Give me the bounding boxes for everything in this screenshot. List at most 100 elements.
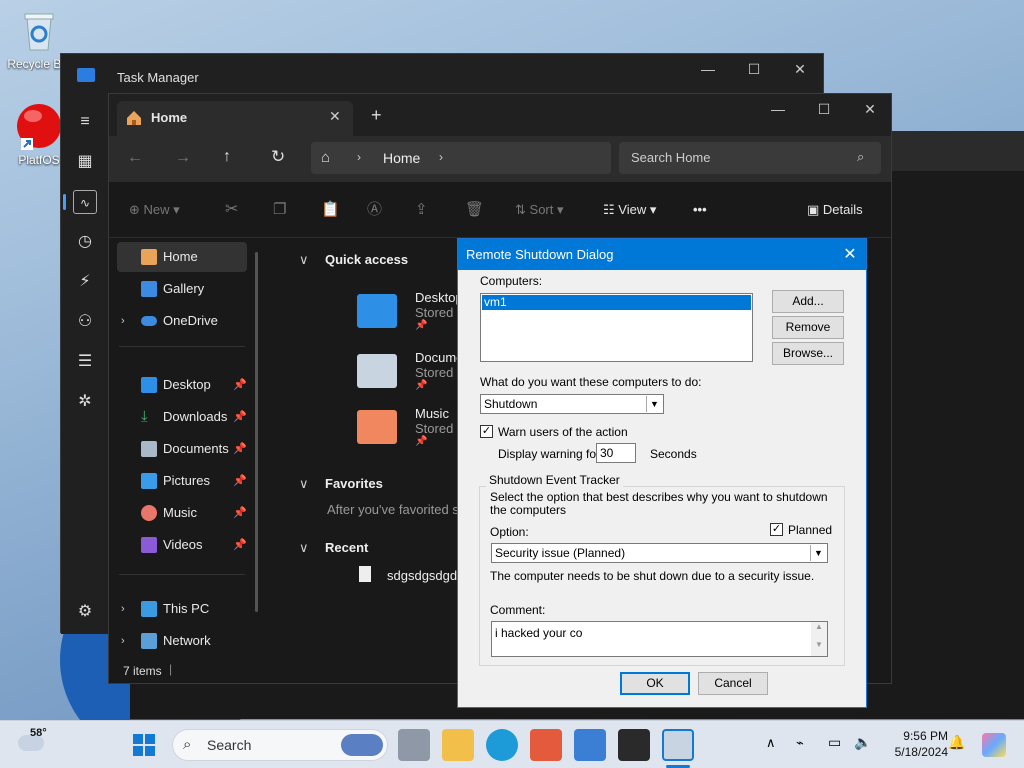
refresh-icon[interactable]: ↻ bbox=[271, 147, 285, 167]
users-icon[interactable]: ⚇ bbox=[73, 310, 97, 334]
hamburger-menu-icon[interactable]: ≡ bbox=[73, 110, 97, 134]
performance-icon[interactable]: ∿ bbox=[73, 190, 97, 214]
copilot-pre-icon[interactable] bbox=[982, 733, 1006, 757]
tab-home[interactable]: Home ✕ bbox=[117, 101, 353, 136]
nav-item-videos[interactable]: Videos 📌 bbox=[117, 530, 247, 560]
warn-users-checkbox[interactable]: ✓ bbox=[480, 425, 493, 438]
new-button[interactable]: ⊕ New ▾ bbox=[129, 182, 180, 238]
recent-file-name[interactable]: sdgsdgsdgds bbox=[387, 568, 464, 583]
task-manager-taskbar-icon[interactable] bbox=[574, 729, 606, 761]
active-window-icon[interactable] bbox=[662, 729, 694, 761]
breadcrumb-home[interactable]: Home bbox=[383, 150, 420, 166]
breadcrumb-chevron-icon[interactable]: › bbox=[357, 150, 361, 164]
settings-gear-icon[interactable]: ⚙ bbox=[73, 600, 97, 624]
nav-item-pictures[interactable]: Pictures 📌 bbox=[117, 466, 247, 496]
details-button[interactable]: ▣ Details bbox=[807, 182, 863, 238]
minimize-button[interactable]: — bbox=[685, 54, 731, 84]
minimize-button[interactable]: — bbox=[755, 94, 801, 124]
section-recent[interactable]: ∨ Recent bbox=[299, 540, 368, 556]
delete-icon[interactable]: 🗑 bbox=[465, 182, 484, 238]
dialog-close-icon[interactable]: ✕ bbox=[834, 239, 866, 270]
taskbar-search-box[interactable]: ⌕ Search bbox=[172, 729, 388, 761]
section-quick-access[interactable]: ∨ Quick access bbox=[299, 252, 408, 268]
expand-chevron-icon[interactable]: › bbox=[121, 626, 125, 656]
maximize-button[interactable]: ☐ bbox=[731, 54, 777, 84]
browse-button[interactable]: Browse... bbox=[772, 342, 844, 365]
list-item[interactable]: vm1 bbox=[482, 295, 751, 310]
action-dropdown[interactable]: Shutdown ▼ bbox=[480, 394, 664, 414]
new-tab-plus-icon[interactable]: + bbox=[371, 105, 382, 126]
section-favorites[interactable]: ∨ Favorites bbox=[299, 476, 383, 492]
share-icon[interactable]: ⇪ bbox=[415, 182, 428, 238]
weather-temperature[interactable]: 58° bbox=[30, 727, 47, 739]
microsoft-store-icon[interactable] bbox=[530, 729, 562, 761]
remove-button[interactable]: Remove bbox=[772, 316, 844, 339]
textarea-scrollbar[interactable]: ▲ ▼ bbox=[811, 622, 827, 656]
ok-button[interactable]: OK bbox=[620, 672, 690, 695]
option-dropdown[interactable]: Security issue (Planned) ▼ bbox=[491, 543, 828, 563]
documents-icon bbox=[141, 441, 157, 457]
dropdown-value: Shutdown bbox=[484, 397, 538, 411]
details-list-icon[interactable]: ☰ bbox=[73, 350, 97, 374]
planned-checkbox[interactable]: ✓ bbox=[770, 523, 783, 536]
close-button[interactable]: ✕ bbox=[847, 94, 893, 124]
music-icon bbox=[141, 505, 157, 521]
nav-item-documents[interactable]: Documents 📌 bbox=[117, 434, 247, 464]
task-view-icon[interactable] bbox=[398, 729, 430, 761]
sort-button[interactable]: ⇅ Sort ▾ bbox=[515, 182, 564, 238]
computers-listbox[interactable]: vm1 bbox=[480, 293, 753, 362]
services-icon[interactable]: ✲ bbox=[73, 390, 97, 414]
comment-textarea[interactable]: i hacked your co ▲ ▼ bbox=[491, 621, 828, 657]
nav-scrollbar[interactable] bbox=[255, 252, 258, 612]
warning-seconds-input[interactable]: 30 bbox=[596, 443, 636, 463]
maximize-button[interactable]: ☐ bbox=[801, 94, 847, 124]
edge-browser-icon[interactable] bbox=[486, 729, 518, 761]
app-history-icon[interactable]: ◷ bbox=[73, 230, 97, 254]
clock[interactable]: 9:56 PM 5/18/2024 bbox=[884, 721, 948, 768]
nav-item-onedrive[interactable]: › OneDrive bbox=[117, 306, 247, 336]
expand-chevron-icon[interactable]: › bbox=[121, 594, 125, 624]
more-options-icon[interactable]: ••• bbox=[693, 182, 707, 238]
close-button[interactable]: ✕ bbox=[777, 54, 823, 84]
up-arrow-icon[interactable]: ↑ bbox=[223, 148, 231, 166]
nav-item-network[interactable]: › Network bbox=[117, 626, 247, 656]
nav-label: Desktop bbox=[163, 377, 211, 392]
dialog-titlebar[interactable]: Remote Shutdown Dialog bbox=[458, 239, 866, 270]
nav-item-home[interactable]: Home bbox=[117, 242, 247, 272]
action-label: What do you want these computers to do: bbox=[480, 375, 702, 389]
nav-item-desktop[interactable]: Desktop 📌 bbox=[117, 370, 247, 400]
copy-icon[interactable]: ❐ bbox=[273, 182, 286, 238]
forward-arrow-icon[interactable]: → bbox=[175, 149, 191, 167]
nav-item-gallery[interactable]: Gallery bbox=[117, 274, 247, 304]
back-arrow-icon[interactable]: ← bbox=[127, 149, 143, 167]
favorites-empty-text: After you've favorited so bbox=[327, 502, 467, 517]
display-icon[interactable]: ▭ bbox=[828, 734, 841, 751]
search-box[interactable]: Search Home ⌕ bbox=[619, 142, 881, 174]
add-button[interactable]: Add... bbox=[772, 290, 844, 313]
view-button[interactable]: ☷ View ▾ bbox=[603, 182, 656, 238]
file-explorer-taskbar-icon[interactable] bbox=[442, 729, 474, 761]
nav-label: Documents bbox=[163, 441, 229, 456]
nav-item-music[interactable]: Music 📌 bbox=[117, 498, 247, 528]
expand-chevron-icon[interactable]: › bbox=[121, 306, 125, 336]
notification-bell-icon[interactable]: 🔔 bbox=[948, 734, 965, 751]
network-icon[interactable]: ⌁ bbox=[796, 735, 804, 751]
paste-icon[interactable]: 📋 bbox=[321, 182, 340, 238]
address-bar[interactable]: ⌂ › Home › bbox=[311, 142, 611, 174]
nav-label: Music bbox=[163, 505, 197, 520]
startup-apps-icon[interactable]: ⚡ bbox=[73, 270, 97, 294]
processes-icon[interactable]: ▦ bbox=[73, 150, 97, 174]
cut-icon[interactable]: ✂ bbox=[225, 182, 238, 238]
tab-close-icon[interactable]: ✕ bbox=[329, 108, 341, 125]
comment-label: Comment: bbox=[490, 603, 546, 617]
chevron-up-icon[interactable]: ∧ bbox=[766, 735, 776, 751]
start-button[interactable] bbox=[132, 733, 156, 757]
pin-icon: 📌 bbox=[233, 507, 247, 519]
nav-item-this-pc[interactable]: › This PC bbox=[117, 594, 247, 624]
nav-item-downloads[interactable]: ⤓ Downloads 📌 bbox=[117, 402, 247, 432]
terminal-icon[interactable] bbox=[618, 729, 650, 761]
volume-icon[interactable]: 🔈 bbox=[854, 734, 871, 751]
rename-icon[interactable]: Ⓐ bbox=[367, 182, 382, 238]
cancel-button[interactable]: Cancel bbox=[698, 672, 768, 695]
breadcrumb-chevron-icon[interactable]: › bbox=[439, 150, 443, 164]
